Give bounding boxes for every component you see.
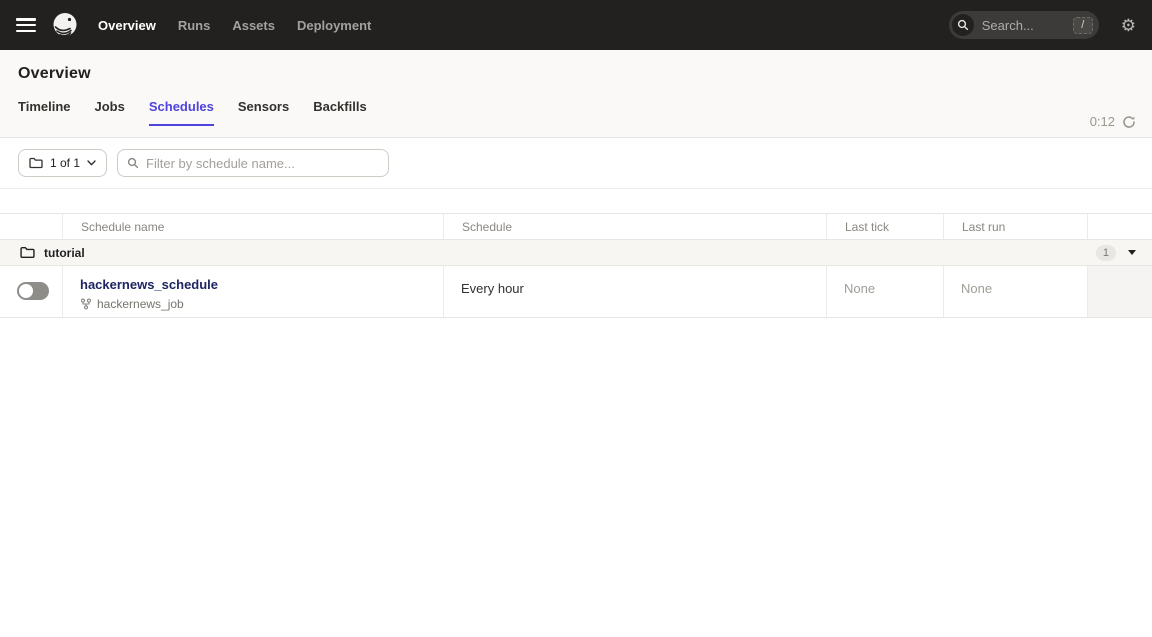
group-count-badge: 1	[1096, 245, 1116, 261]
row-actions-cell	[1087, 266, 1152, 317]
group-row-tutorial[interactable]: tutorial 1	[0, 240, 1152, 266]
schedule-enabled-toggle[interactable]	[17, 282, 49, 300]
col-toggle	[0, 214, 62, 239]
page-title: Overview	[18, 65, 1134, 83]
schedule-name-link[interactable]: hackernews_schedule	[80, 277, 218, 292]
col-last-run: Last run	[943, 214, 1087, 239]
schedule-cron: Every hour	[461, 276, 826, 296]
tab-backfills[interactable]: Backfills	[313, 99, 366, 126]
col-schedule-name: Schedule name	[62, 214, 443, 239]
repo-selector-dropdown[interactable]: 1 of 1	[18, 149, 107, 177]
tab-timeline[interactable]: Timeline	[18, 99, 71, 126]
schedules-table: Schedule name Schedule Last tick Last ru…	[0, 213, 1152, 318]
search-shortcut-key: /	[1073, 17, 1093, 34]
refresh-countdown: 0:12	[1090, 114, 1115, 129]
search-icon	[952, 14, 974, 36]
settings-gear-icon[interactable]: ⚙	[1121, 17, 1136, 34]
global-search-placeholder: Search...	[982, 18, 1073, 33]
nav-item-assets[interactable]: Assets	[232, 18, 275, 33]
main-nav: Overview Runs Assets Deployment	[98, 18, 371, 33]
page-header: Overview Timeline Jobs Schedules Sensors…	[0, 50, 1152, 138]
group-name: tutorial	[44, 246, 85, 260]
nav-item-deployment[interactable]: Deployment	[297, 18, 371, 33]
col-last-tick: Last tick	[826, 214, 943, 239]
col-actions	[1087, 214, 1152, 239]
table-header-row: Schedule name Schedule Last tick Last ru…	[0, 214, 1152, 240]
job-graph-icon	[80, 298, 92, 310]
tab-sensors[interactable]: Sensors	[238, 99, 289, 126]
tab-schedules[interactable]: Schedules	[149, 99, 214, 126]
refresh-icon[interactable]	[1122, 115, 1136, 129]
repo-selector-label: 1 of 1	[50, 156, 80, 170]
collapse-caret-icon[interactable]	[1128, 250, 1136, 255]
chevron-down-icon	[87, 160, 96, 166]
nav-item-runs[interactable]: Runs	[178, 18, 211, 33]
nav-item-overview[interactable]: Overview	[98, 18, 156, 33]
spacer	[0, 189, 1152, 213]
schedule-filter-field	[117, 149, 389, 177]
tab-jobs[interactable]: Jobs	[95, 99, 125, 126]
folder-icon	[20, 246, 35, 259]
filter-bar: 1 of 1	[0, 138, 1152, 189]
folder-icon	[29, 157, 43, 169]
last-run-value: None	[961, 276, 1087, 296]
toggle-knob	[19, 284, 33, 298]
table-row: hackernews_schedule hackernews_job Every…	[0, 266, 1152, 318]
schedule-filter-input[interactable]	[146, 156, 379, 171]
job-name[interactable]: hackernews_job	[97, 297, 184, 311]
col-schedule: Schedule	[443, 214, 826, 239]
overview-tabs: Timeline Jobs Schedules Sensors Backfill…	[18, 99, 1134, 126]
search-icon	[127, 157, 139, 169]
last-tick-value: None	[844, 276, 943, 296]
dagster-logo-icon[interactable]	[50, 10, 80, 40]
hamburger-menu-icon[interactable]	[16, 18, 36, 32]
top-nav: Overview Runs Assets Deployment Search..…	[0, 0, 1152, 50]
global-search[interactable]: Search... /	[949, 11, 1099, 39]
